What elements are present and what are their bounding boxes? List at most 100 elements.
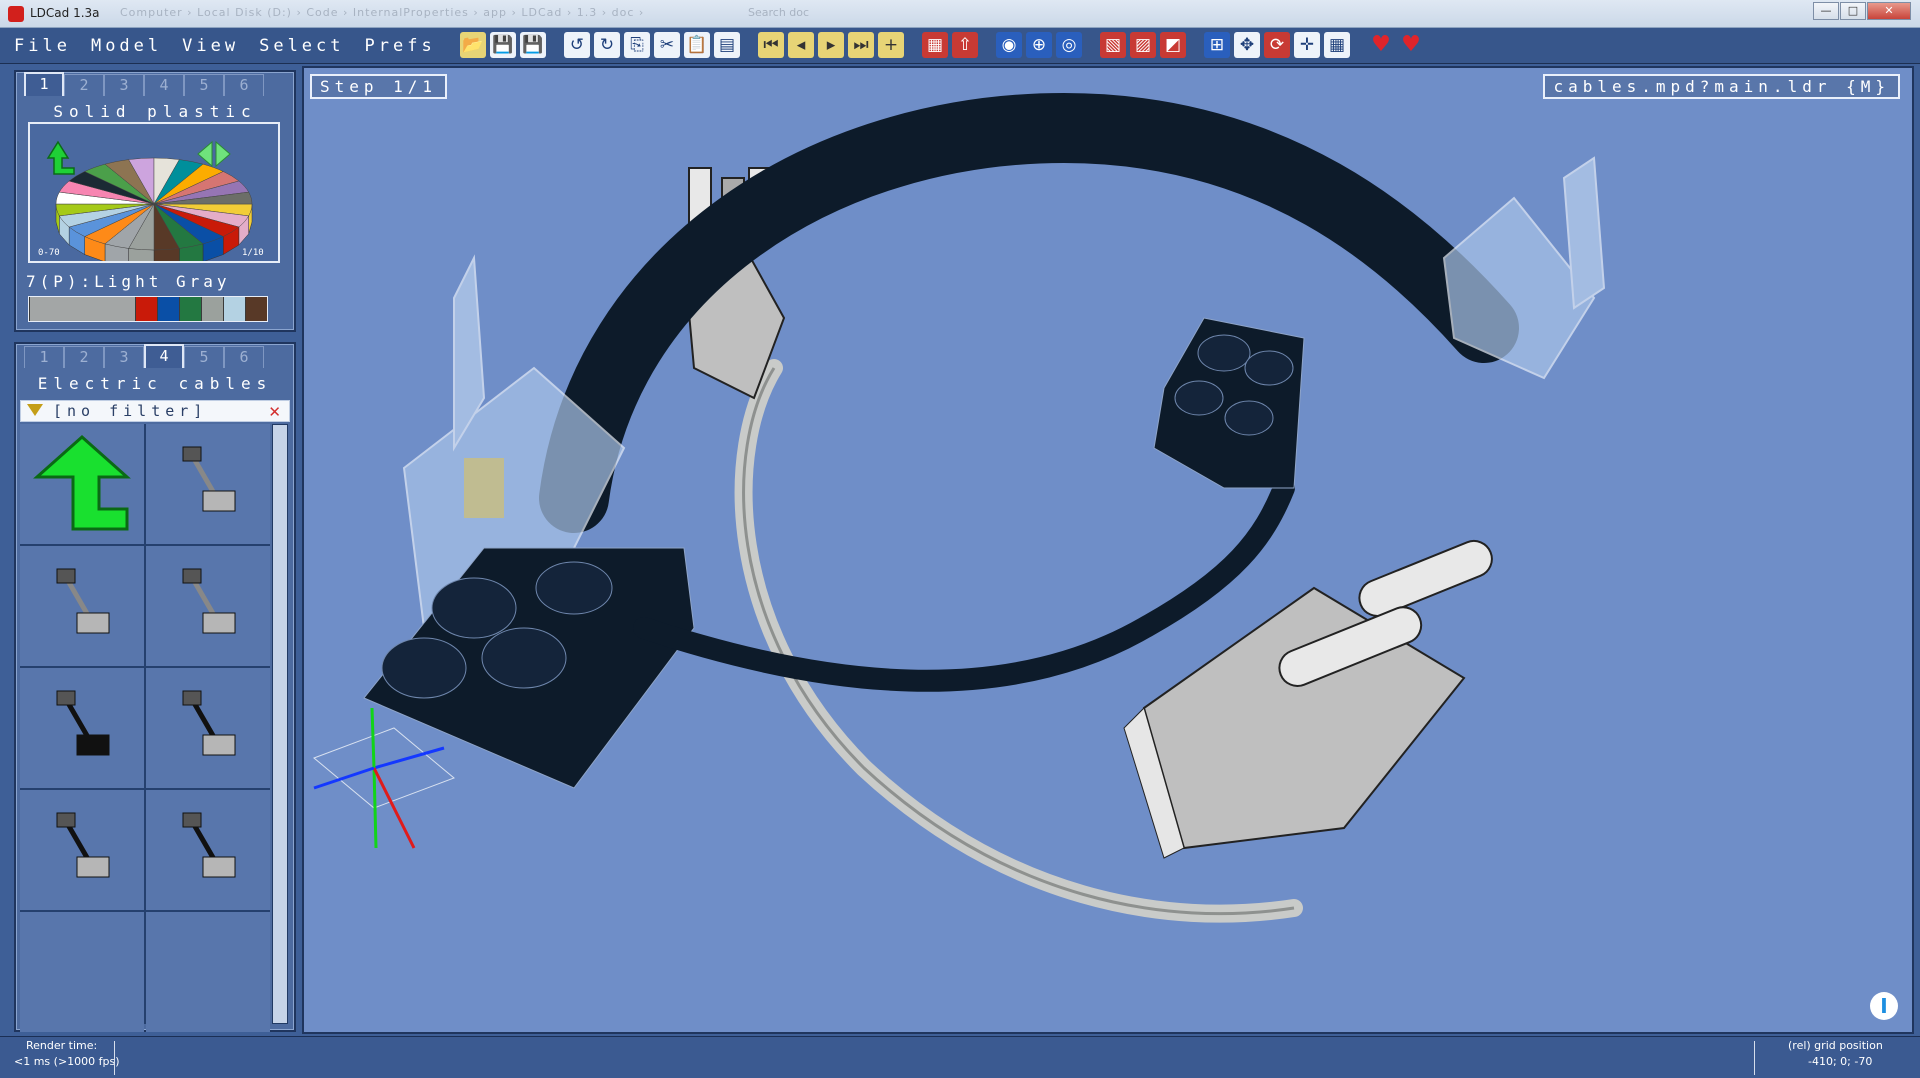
cut-away-icon[interactable]: ◩	[1160, 32, 1186, 58]
ldcad-app-icon	[8, 6, 24, 22]
menu-file[interactable]: File	[14, 36, 71, 56]
part-filter-bar[interactable]: [no filter] ✕	[20, 400, 290, 422]
menu-bar: File Model View Select Prefs	[14, 36, 436, 56]
filter-text: [no filter]	[53, 402, 208, 420]
recent-color-swatch[interactable]	[223, 297, 245, 321]
move-icon[interactable]: ✥	[1234, 32, 1260, 58]
open-folder-icon[interactable]: 📂	[460, 32, 486, 58]
color-bin-tab-3[interactable]: 3	[104, 74, 144, 96]
part-bin-tab-1[interactable]: 1	[24, 346, 64, 368]
part-grid	[20, 424, 270, 1032]
recent-color-swatch[interactable]	[157, 297, 179, 321]
redo-icon[interactable]: ↻	[594, 32, 620, 58]
recent-color-swatch[interactable]	[29, 297, 135, 321]
part-bin-tab-2[interactable]: 2	[64, 346, 104, 368]
recent-color-swatches	[28, 296, 268, 322]
color-bin-tab-1[interactable]: 1	[24, 72, 64, 96]
prev-step-icon[interactable]: ◂	[788, 32, 814, 58]
menu-view[interactable]: View	[182, 36, 239, 56]
menu-prefs[interactable]: Prefs	[365, 36, 436, 56]
stack-up-icon[interactable]: ⇧	[952, 32, 978, 58]
grid-position-label: (rel) grid position	[1788, 1039, 1883, 1052]
add-step-icon[interactable]: +	[878, 32, 904, 58]
grid-snap-icon[interactable]: ◎	[1056, 32, 1082, 58]
transparent-connector-right	[1442, 156, 1606, 380]
first-step-icon[interactable]: ⏮	[758, 32, 784, 58]
stack-icon[interactable]: ▦	[922, 32, 948, 58]
color-bin-tab-4[interactable]: 4	[144, 74, 184, 96]
clipboard-icon[interactable]: ▤	[714, 32, 740, 58]
recent-color-swatch[interactable]	[245, 297, 267, 321]
menu-select[interactable]: Select	[259, 36, 344, 56]
part-slot-cable-gray-bend[interactable]	[20, 546, 144, 666]
clear-filter-icon[interactable]: ✕	[268, 403, 281, 421]
favorite-list-icon[interactable]: ♥	[1398, 32, 1424, 58]
cable-gray-bend-icon	[56, 568, 110, 634]
rotate-center-icon[interactable]: ⊕	[1026, 32, 1052, 58]
minimize-button[interactable]: —	[1813, 2, 1839, 20]
color-bin-tab-5[interactable]: 5	[184, 74, 224, 96]
part-slot-cable-black-short[interactable]	[146, 668, 270, 788]
recent-color-swatch[interactable]	[201, 297, 223, 321]
maximize-button[interactable]: □	[1840, 2, 1866, 20]
part-bin-tab-6[interactable]: 6	[224, 346, 264, 368]
menu-toolbar: File Model View Select Prefs 📂 💾 💾 ↺ ↻ ⎘ ✂ 📋 ▤ ⏮ ◂…	[0, 28, 1920, 64]
background-explorer-search: Search doc	[748, 6, 810, 19]
last-step-icon[interactable]: ⏭	[848, 32, 874, 58]
paste-icon[interactable]: 📋	[684, 32, 710, 58]
part-slot-cable-black-cap[interactable]	[146, 790, 270, 910]
color-bin-panel: 123456 Solid plastic 0-70 1/10 7(P):Ligh…	[14, 70, 296, 332]
cable-black-brick-icon	[56, 690, 110, 756]
part-bin-tab-3[interactable]: 3	[104, 346, 144, 368]
part-slot-cable-gray-long[interactable]	[146, 424, 270, 544]
part-bin-tab-5[interactable]: 5	[184, 346, 224, 368]
model-name-label[interactable]: cables.mpd?main.ldr {M}	[1543, 74, 1900, 99]
recent-color-swatch[interactable]	[135, 297, 157, 321]
part-slot-cable-black-brick[interactable]	[20, 668, 144, 788]
save-icon[interactable]: 💾	[490, 32, 516, 58]
part-slot-empty	[146, 912, 270, 1032]
next-step-icon[interactable]: ▸	[818, 32, 844, 58]
color-pick-icon[interactable]: ◉	[996, 32, 1022, 58]
undo-icon[interactable]: ↺	[564, 32, 590, 58]
step-indicator[interactable]: Step 1/1	[310, 74, 448, 99]
copy-icon[interactable]: ⎘	[624, 32, 650, 58]
ghost-icon[interactable]: ▨	[1130, 32, 1156, 58]
menu-model[interactable]: Model	[91, 36, 162, 56]
color-bin-tab-6[interactable]: 6	[224, 74, 264, 96]
cable-gray-long-icon	[182, 446, 236, 512]
close-button[interactable]: ✕	[1867, 2, 1911, 20]
part-grid-scrollbar[interactable]	[272, 424, 288, 1024]
cable-black-cap-icon	[182, 812, 236, 878]
relative-grid-icon[interactable]: ⊞	[1204, 32, 1230, 58]
prev-page-icon[interactable]	[197, 140, 213, 168]
part-slot-up-level-arrow[interactable]	[20, 424, 144, 544]
status-divider	[114, 1041, 115, 1075]
filter-icon[interactable]	[27, 404, 43, 416]
3d-viewport[interactable]: Step 1/1 cables.mpd?main.ldr {M} I	[302, 66, 1914, 1034]
model-render	[313, 92, 1606, 923]
empty-slot-icon	[27, 917, 137, 1027]
cut-icon[interactable]: ✂	[654, 32, 680, 58]
rotate-icon[interactable]: ⟳	[1264, 32, 1290, 58]
color-palette[interactable]: 0-70 1/10	[28, 122, 280, 263]
part-slot-cable-black-plug[interactable]	[20, 790, 144, 910]
save-all-icon[interactable]: 💾	[520, 32, 546, 58]
next-page-icon[interactable]	[215, 140, 231, 168]
color-bin-tab-2[interactable]: 2	[64, 74, 104, 96]
info-icon[interactable]: I	[1870, 992, 1898, 1020]
up-arrow-icon[interactable]	[46, 140, 75, 175]
pan-icon[interactable]: ✛	[1294, 32, 1320, 58]
title-bar: LDCad 1.3a Computer › Local Disk (D:) › …	[0, 0, 1920, 28]
part-bin-tab-4[interactable]: 4	[144, 344, 184, 368]
color-pie-chart[interactable]: 0-70 1/10	[30, 124, 278, 261]
part-bin-tabs: 123456	[24, 344, 264, 368]
color-page-label: 1/10	[242, 248, 264, 258]
hide-icon[interactable]: ▧	[1100, 32, 1126, 58]
color-swatch-side	[128, 248, 155, 261]
recent-color-swatch[interactable]	[179, 297, 201, 321]
cable-black-plug-icon	[56, 812, 110, 878]
part-slot-cable-gray-angled[interactable]	[146, 546, 270, 666]
grid-icon[interactable]: ▦	[1324, 32, 1350, 58]
favorite-icon[interactable]: ♥	[1368, 32, 1394, 58]
